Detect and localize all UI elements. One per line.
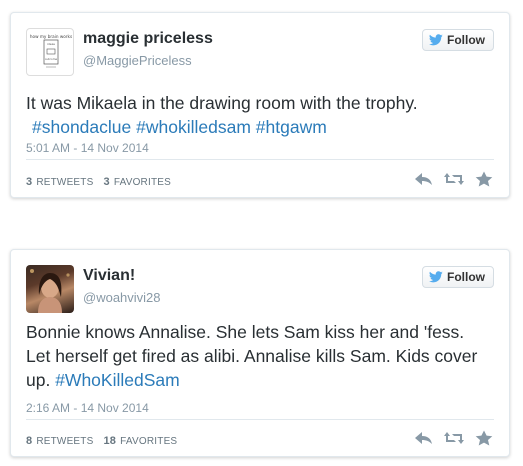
avatar[interactable]: how my brain works ideas outcome [26,28,74,76]
favorite-star-icon[interactable] [474,430,494,446]
hashtag-link[interactable]: #htgawm [256,117,327,137]
retweet-icon[interactable] [444,171,464,187]
twitter-bird-icon [429,34,443,46]
retweets-stat[interactable]: 8 RETWEETS [26,435,94,447]
follow-button[interactable]: Follow [422,266,494,288]
twitter-bird-icon [429,271,443,283]
favorites-label: FAVORITES [120,436,178,447]
reply-icon[interactable] [414,430,434,446]
avatar-sketch-text: ideas [47,42,55,46]
divider [26,159,494,160]
tweet-timestamp[interactable]: 2:16 AM - 14 Nov 2014 [26,401,149,415]
favorites-label: FAVORITES [113,177,171,188]
tweet-hashtag-line: #shondaclue #whokilledsam #htgawm [26,115,497,139]
tweet-text-line: Bonnie knows Annalise. She lets Sam kiss… [26,322,465,342]
tweet-text: Bonnie knows Annalise. She lets Sam kiss… [26,320,497,392]
tweet-stats: 8 RETWEETS 18 FAVORITES [26,435,177,447]
display-name[interactable]: Vivian! [83,267,135,285]
follow-button[interactable]: Follow [422,29,494,51]
tweet-text: It was Mikaela in the drawing room with … [26,91,497,139]
follow-label: Follow [447,33,485,47]
retweets-label: RETWEETS [36,436,94,447]
retweets-count: 3 [26,176,33,188]
retweet-icon[interactable] [444,430,464,446]
avatar-sketch-image: how my brain works ideas outcome [30,34,72,68]
tweet-actions [414,171,494,187]
tweet-stats: 3 RETWEETS 3 FAVORITES [26,176,171,188]
tweet-text-line: It was Mikaela in the drawing room with … [26,93,418,113]
favorites-count: 3 [103,176,110,188]
retweets-stat[interactable]: 3 RETWEETS [26,176,94,188]
tweet-card: how my brain works ideas outcome maggie … [10,12,510,198]
tweet-text-fragment: up. [26,370,56,390]
user-handle[interactable]: @woahvivi28 [83,290,161,305]
favorites-stat[interactable]: 18 FAVORITES [103,435,178,447]
retweets-label: RETWEETS [36,177,94,188]
hashtag-link[interactable]: #whokilledsam [136,117,251,137]
display-name[interactable]: maggie priceless [83,30,213,48]
avatar-sketch-text: how my brain works [30,34,72,39]
favorites-count: 18 [103,435,117,447]
tweet-text-line-last: up. #WhoKilledSam [26,368,497,392]
user-handle[interactable]: @MaggiePriceless [83,53,192,68]
divider [26,419,494,420]
hashtag-link[interactable]: #shondaclue [32,117,131,137]
avatar-sketch-text: outcome [45,57,58,61]
avatar-photo-image [30,269,70,313]
tweet-text-line: Let herself get fired as alibi. Annalise… [26,346,478,366]
tweet-card: Vivian! @woahvivi28 Follow Bonnie knows … [10,249,510,457]
reply-icon[interactable] [414,171,434,187]
follow-label: Follow [447,270,485,284]
tweet-actions [414,430,494,446]
favorite-star-icon[interactable] [474,171,494,187]
favorites-stat[interactable]: 3 FAVORITES [103,176,171,188]
avatar[interactable] [26,265,74,313]
tweet-timestamp[interactable]: 5:01 AM - 14 Nov 2014 [26,141,149,155]
hashtag-link[interactable]: #WhoKilledSam [55,370,180,390]
retweets-count: 8 [26,435,33,447]
